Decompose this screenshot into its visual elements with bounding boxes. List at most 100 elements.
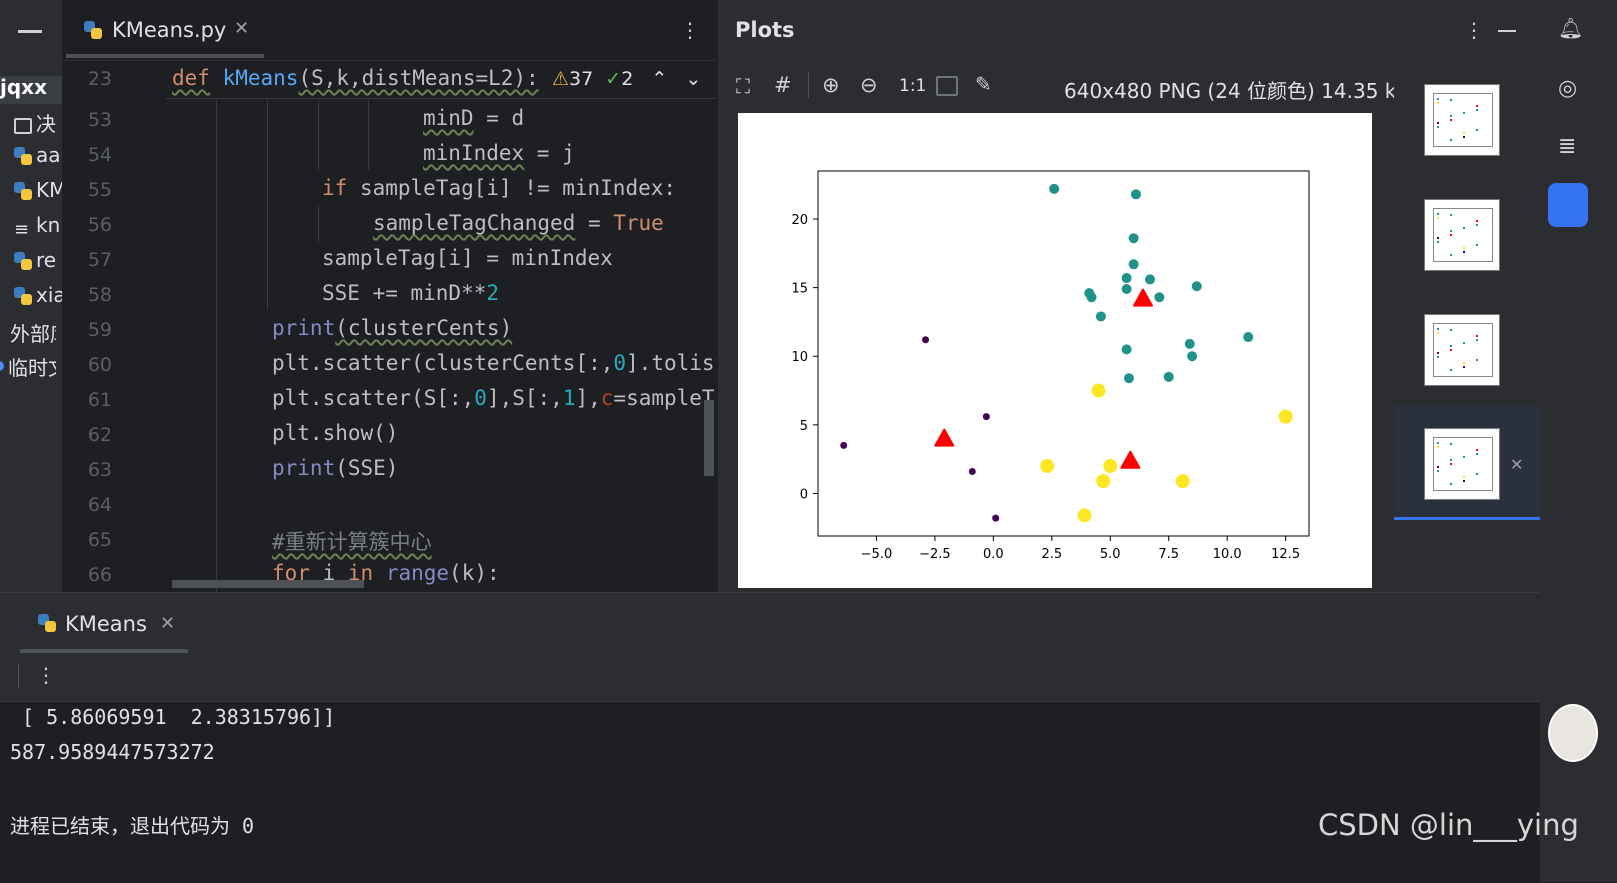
- more-options-icon[interactable]: ⋮: [1464, 18, 1484, 42]
- color-picker-icon[interactable]: ✎: [975, 72, 992, 96]
- zoom-in-icon[interactable]: ⊕: [822, 73, 840, 97]
- x-tick-label: 7.5: [1158, 547, 1179, 562]
- thumbnail-dot: [1463, 132, 1465, 134]
- plots-toolwindow-button[interactable]: [1548, 183, 1588, 227]
- plot-frame: [817, 170, 1310, 537]
- more-options-icon[interactable]: ⋮: [36, 663, 56, 687]
- thumbnail-dot: [1476, 453, 1478, 455]
- line-number: 58: [87, 284, 112, 306]
- thumbnail-dot: [1463, 247, 1465, 249]
- horizontal-scrollbar[interactable]: [172, 580, 364, 588]
- thumbnail-dot: [1437, 470, 1439, 472]
- close-tab-icon[interactable]: ✕: [234, 18, 249, 39]
- main-menu-icon[interactable]: [18, 30, 42, 33]
- thumbnail-dot: [1450, 119, 1452, 121]
- avatar[interactable]: [1548, 704, 1598, 762]
- ok-count: 2: [621, 68, 634, 90]
- tree-item-external-libraries[interactable]: 外部库: [0, 318, 56, 348]
- close-icon[interactable]: ✕: [1510, 455, 1523, 474]
- scatter-point: [1128, 259, 1139, 270]
- tree-item-folder[interactable]: 决: [14, 108, 62, 138]
- plot-thumbnail[interactable]: [1424, 314, 1500, 386]
- code-line-53: minD = d: [423, 106, 525, 130]
- scatter-point: [1121, 273, 1132, 284]
- tree-item-label: re: [36, 248, 57, 272]
- plot-image[interactable]: −5.0 −2.5 0.0 2.5 5.0 7.5 10.0 12.5 0 5 10 15 20: [738, 113, 1372, 588]
- project-root-row[interactable]: jqxx: [0, 75, 62, 104]
- centroid-marker: [1120, 450, 1141, 469]
- watermark: CSDN @lin___ying: [1318, 808, 1579, 842]
- thumbnail-dot: [1450, 483, 1452, 485]
- thumbnail-dot: [1450, 345, 1452, 347]
- grid-icon[interactable]: #: [774, 73, 792, 97]
- plot-toolbar: ⛶ # ⊕ ⊖ 1:1 ✎ 640x480 PNG (24 位颜色) 14.35…: [718, 60, 1410, 112]
- inspection-widget[interactable]: ⚠37 ✓2 ⌃ ⌄: [552, 68, 701, 90]
- fit-zoom-icon[interactable]: ⛶: [736, 74, 750, 98]
- indent-guide: [368, 100, 369, 170]
- thumbnail-dot: [1437, 217, 1439, 219]
- centroid-marker: [1132, 288, 1153, 307]
- x-tick-label: 0.0: [983, 547, 1004, 562]
- plot-thumbnail-selected[interactable]: [1424, 428, 1500, 500]
- tree-item-python-file[interactable]: aa: [14, 143, 62, 173]
- tree-item-text-file[interactable]: ≡ kn: [14, 213, 62, 243]
- actual-size-button[interactable]: 1:1: [899, 76, 926, 96]
- code-line-54: minIndex = j: [423, 141, 575, 165]
- project-tool-window: jqxx 决 aa KM ≡ kn re xia 外部库 临时文: [0, 0, 62, 612]
- ai-assistant-icon[interactable]: ◎: [1558, 76, 1577, 101]
- code-line-23: def kMeans(S,k,distMeans=L2):: [172, 66, 539, 90]
- scatter-point: [1145, 274, 1156, 285]
- chevron-down-icon[interactable]: ⌄: [685, 68, 701, 90]
- code-line-61: plt.scatter(S[:,0],S[:,1],c=sampleTag: [272, 386, 716, 410]
- x-tick-label: −5.0: [861, 547, 893, 562]
- python-file-icon: [14, 147, 32, 165]
- run-tab-kmeans[interactable]: KMeans ✕: [20, 603, 190, 649]
- thumbnail-dot: [1437, 237, 1439, 239]
- editor-tab-kmeans-py[interactable]: KMeans.py ✕: [76, 12, 266, 60]
- notifications-icon[interactable]: 🔔︎: [1558, 16, 1583, 40]
- chevron-up-icon[interactable]: ⌃: [651, 68, 667, 90]
- y-tick-label: 0: [800, 487, 808, 502]
- indent-guide: [267, 100, 268, 310]
- scatter-point: [1049, 183, 1060, 194]
- scatter-point: [922, 336, 930, 344]
- more-options-icon[interactable]: ⋮: [680, 18, 700, 42]
- scatter-point: [1191, 281, 1202, 292]
- library-icon: [0, 330, 6, 344]
- plot-thumbnail[interactable]: [1424, 199, 1500, 271]
- thumbnail-dot: [1437, 213, 1439, 215]
- tree-item-label: kn: [36, 213, 61, 237]
- code-editor[interactable]: KMeans.py ✕ ⋮ 23 53 54 55 56 57 58 59 60…: [62, 0, 716, 592]
- code-line-65: #重新计算簇中心: [272, 530, 432, 554]
- thumbnail-dot: [1476, 220, 1478, 222]
- plot-thumbnail[interactable]: [1424, 84, 1500, 156]
- tree-item-python-file[interactable]: KM: [14, 178, 62, 208]
- checkmark-icon: ✓: [605, 68, 622, 90]
- run-tool-window: KMeans ✕ ⋮ [ 5.86069591 2.38315796]] 587…: [0, 592, 1540, 883]
- image-info: 640x480 PNG (24 位颜色) 14.35 kB: [1064, 79, 1411, 103]
- tree-item-label: 决: [36, 112, 56, 136]
- warning-icon: ⚠: [552, 68, 570, 90]
- tree-item-python-file[interactable]: re: [14, 248, 62, 278]
- zoom-out-icon[interactable]: ⊖: [860, 73, 878, 97]
- scatter-point: [1163, 371, 1174, 382]
- tab-label: KMeans.py: [112, 18, 227, 42]
- database-icon[interactable]: ≣: [1558, 134, 1576, 159]
- tree-item-python-file[interactable]: xia: [14, 283, 62, 313]
- minimize-icon[interactable]: [1498, 30, 1516, 32]
- scatter-point: [1128, 233, 1139, 244]
- scatter-point: [1154, 292, 1165, 303]
- scatter-point: [1187, 351, 1198, 362]
- line-number: 57: [87, 249, 112, 271]
- tree-item-scratches[interactable]: 临时文: [0, 352, 56, 382]
- tree-item-label: 临时文: [8, 356, 56, 380]
- fit-window-icon[interactable]: [936, 76, 958, 96]
- scatter-point: [1086, 292, 1097, 303]
- toolbar-divider: [18, 663, 19, 689]
- close-tab-icon[interactable]: ✕: [160, 613, 175, 634]
- scatter-point: [1243, 332, 1254, 343]
- scatter-point: [1121, 284, 1132, 295]
- thumbnail-dot: [1476, 224, 1478, 226]
- thumbnail-dot: [1476, 473, 1478, 475]
- vertical-scrollbar[interactable]: [704, 400, 714, 476]
